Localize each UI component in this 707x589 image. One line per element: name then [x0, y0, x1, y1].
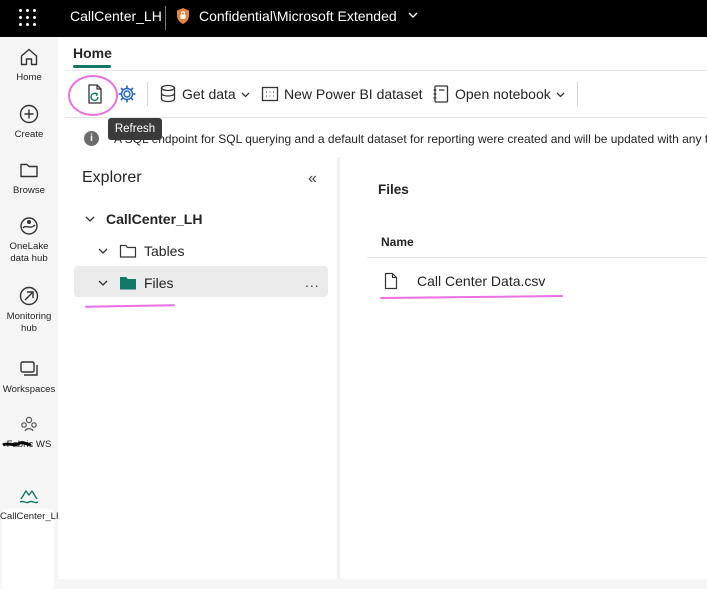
- column-divider: [367, 257, 707, 258]
- file-icon: [384, 272, 398, 290]
- chevron-down-icon[interactable]: [406, 8, 420, 22]
- divider: [165, 6, 166, 30]
- rail-item-browse[interactable]: Browse: [0, 159, 58, 197]
- open-notebook-label: Open notebook: [455, 86, 551, 102]
- explorer-title: Explorer: [82, 169, 142, 186]
- gear-icon[interactable]: [117, 84, 137, 104]
- waffle-icon[interactable]: [17, 7, 39, 29]
- rail-label: Home: [16, 72, 42, 83]
- ribbon-toolbar: Get data New Power BI dataset Open noteb…: [65, 70, 707, 118]
- lakehouse-icon: [19, 490, 39, 504]
- chevron-down-icon: [98, 280, 108, 286]
- rail-item-onelake[interactable]: OneLake data hub: [0, 215, 58, 265]
- toolbar-divider: [577, 82, 578, 106]
- app-title[interactable]: CallCenter_LH: [70, 8, 162, 24]
- chevron-down-icon: [241, 92, 250, 97]
- shield-icon: [177, 8, 189, 24]
- column-header-name[interactable]: Name: [381, 235, 414, 249]
- more-options-icon[interactable]: ...: [305, 274, 320, 290]
- chevron-down-icon: [556, 92, 565, 97]
- file-name: Call Center Data.csv: [417, 273, 546, 289]
- rail-item-monitoring[interactable]: Monitoring hub: [0, 285, 58, 335]
- workspaces-icon: [20, 361, 38, 376]
- database-icon: [160, 84, 176, 103]
- new-dataset-label: New Power BI dataset: [284, 86, 423, 102]
- rail-label: CallCenter_LH: [0, 511, 63, 522]
- tree-item-files[interactable]: Files: [97, 275, 174, 291]
- info-icon: i: [84, 131, 99, 146]
- toolbar-divider: [147, 82, 148, 106]
- info-banner: i A SQL endpoint for SQL querying and a …: [84, 131, 707, 147]
- home-icon: [20, 48, 38, 66]
- content-header: Files: [378, 182, 409, 197]
- dataset-icon: [261, 86, 279, 102]
- annotation-circle: [68, 75, 118, 116]
- rail-label: Workspaces: [2, 384, 56, 395]
- folder-filled-icon: [120, 277, 136, 290]
- sensitivity-label[interactable]: Confidential\Microsoft Extended: [199, 8, 397, 24]
- chevron-down-icon: [98, 248, 108, 254]
- refresh-tooltip: Refresh: [108, 118, 162, 140]
- folder-icon: [20, 163, 38, 178]
- open-notebook-button[interactable]: Open notebook: [432, 83, 571, 105]
- folder-icon: [119, 244, 137, 258]
- top-bar: CallCenter_LH Confidential\Microsoft Ext…: [0, 0, 707, 37]
- rail-item-workspaces[interactable]: Workspaces: [0, 358, 58, 396]
- rail-item-home[interactable]: Home: [0, 46, 58, 84]
- notebook-icon: [433, 85, 449, 103]
- redaction-mark: [2, 441, 32, 447]
- onelake-icon: [20, 217, 38, 235]
- info-text: A SQL endpoint for SQL querying and a de…: [114, 132, 707, 146]
- tab-home-indicator: [73, 65, 111, 68]
- get-data-button[interactable]: Get data: [159, 83, 256, 105]
- tree-item-tables[interactable]: Tables: [97, 243, 184, 259]
- new-power-bi-dataset-button[interactable]: New Power BI dataset: [261, 83, 423, 105]
- workspace-group-icon: [21, 416, 37, 432]
- chevron-down-icon: [85, 216, 95, 222]
- collapse-pane-icon[interactable]: «: [308, 170, 317, 188]
- rail-label: Browse: [13, 185, 45, 196]
- get-data-label: Get data: [182, 86, 236, 102]
- rail-item-callcenter-lh[interactable]: CallCenter_LH: [0, 485, 63, 523]
- rail-label: OneLake data hub: [9, 241, 49, 264]
- tree-root-label: CallCenter_LH: [106, 211, 203, 227]
- tree-root-callcenter-lh[interactable]: CallCenter_LH: [84, 211, 202, 227]
- tab-home[interactable]: Home: [73, 45, 112, 61]
- plus-circle-icon: [19, 104, 39, 124]
- tree-item-label: Tables: [144, 243, 185, 259]
- pane-divider[interactable]: [337, 157, 340, 579]
- rail-label: Monitoring hub: [6, 311, 52, 334]
- tree-item-label: Files: [144, 275, 174, 291]
- file-row[interactable]: Call Center Data.csv: [384, 272, 545, 290]
- monitoring-icon: [19, 286, 39, 306]
- left-rail: Home Create Browse OneLake data hub Moni…: [0, 37, 63, 589]
- rail-item-create[interactable]: Create: [0, 103, 58, 141]
- rail-label: Create: [14, 129, 44, 140]
